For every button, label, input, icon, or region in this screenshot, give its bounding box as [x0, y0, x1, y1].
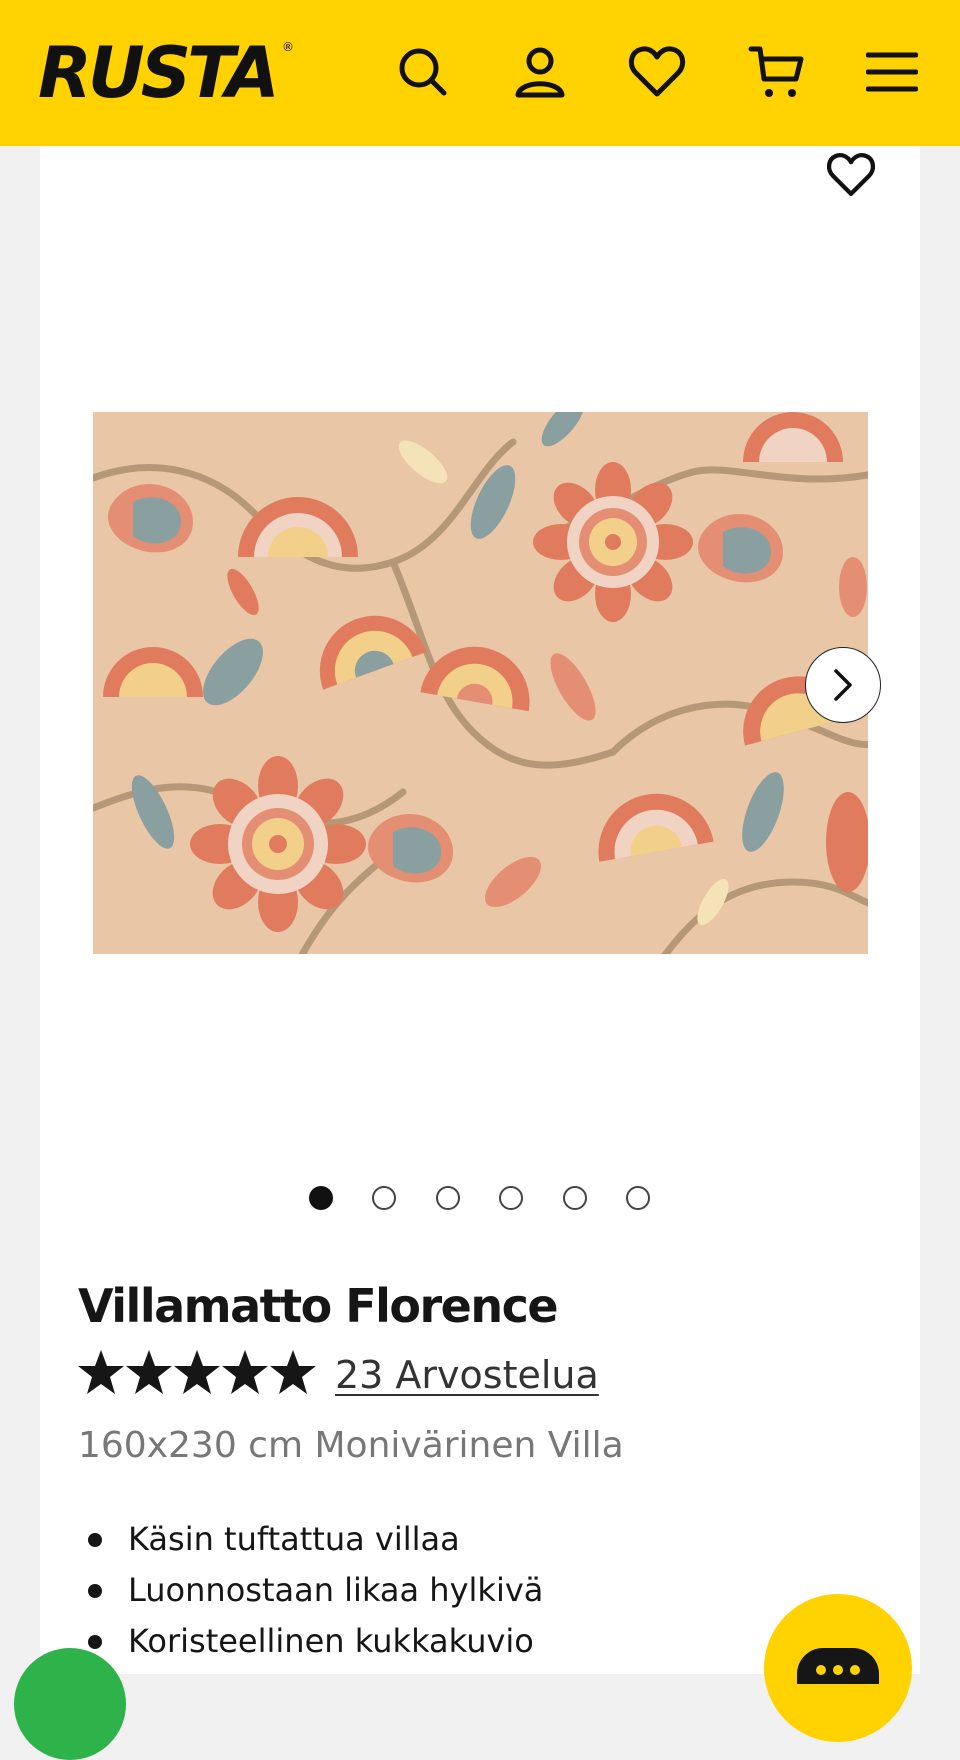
bullet-icon	[88, 1533, 102, 1547]
product-title: Villamatto Florence	[78, 1279, 559, 1333]
registered-mark: ®	[282, 40, 294, 54]
cart-button[interactable]	[747, 42, 807, 102]
star-icon	[222, 1350, 268, 1394]
menu-button[interactable]	[862, 42, 922, 102]
list-item: Luonnostaan likaa hylkivä	[78, 1565, 543, 1616]
account-button[interactable]	[510, 42, 570, 102]
feature-text: Koristeellinen kukkakuvio	[128, 1622, 534, 1660]
list-item: Käsin tuftattua villaa	[78, 1514, 543, 1565]
rusta-logo[interactable]: RUSTA ®	[38, 36, 298, 110]
feature-list: Käsin tuftattua villaa Luonnostaan likaa…	[78, 1514, 543, 1667]
add-to-favorites-button[interactable]	[822, 146, 880, 204]
search-icon	[399, 48, 447, 96]
carousel-dot-1[interactable]	[309, 1186, 333, 1210]
heart-icon	[629, 46, 685, 97]
carousel-dot-5[interactable]	[563, 1186, 587, 1210]
reviews-link[interactable]: 23 Arvostelua	[335, 1350, 599, 1400]
star-icon	[174, 1350, 220, 1394]
carousel-pagination	[309, 1186, 659, 1210]
menu-icon	[866, 52, 918, 92]
star-icon	[126, 1350, 172, 1394]
feature-text: Luonnostaan likaa hylkivä	[128, 1571, 544, 1609]
feature-text: Käsin tuftattua villaa	[128, 1520, 460, 1558]
bullet-icon	[88, 1584, 102, 1598]
chat-bubble-icon	[797, 1648, 879, 1684]
carousel-dot-3[interactable]	[436, 1186, 460, 1210]
carousel-dot-2[interactable]	[372, 1186, 396, 1210]
cart-icon	[748, 46, 804, 97]
next-image-button[interactable]	[805, 647, 881, 723]
carousel-dot-4[interactable]	[499, 1186, 523, 1210]
carousel-dot-6[interactable]	[626, 1186, 650, 1210]
heart-outline-icon	[827, 153, 875, 196]
rating-stars	[78, 1348, 318, 1398]
logo-text: RUSTA	[38, 32, 280, 114]
wishlist-button[interactable]	[627, 42, 687, 102]
list-item: Koristeellinen kukkakuvio	[78, 1616, 543, 1667]
support-button[interactable]	[14, 1648, 126, 1760]
account-icon	[515, 47, 565, 98]
product-variant-description: 160x230 cm Monivärinen Villa	[78, 1425, 624, 1466]
star-icon	[78, 1350, 124, 1394]
search-button[interactable]	[393, 42, 453, 102]
product-image	[93, 412, 868, 954]
chat-button[interactable]	[764, 1594, 912, 1742]
site-header: RUSTA ®	[0, 0, 960, 146]
bullet-icon	[88, 1635, 102, 1649]
chevron-right-icon	[834, 669, 852, 701]
star-icon	[270, 1350, 316, 1394]
